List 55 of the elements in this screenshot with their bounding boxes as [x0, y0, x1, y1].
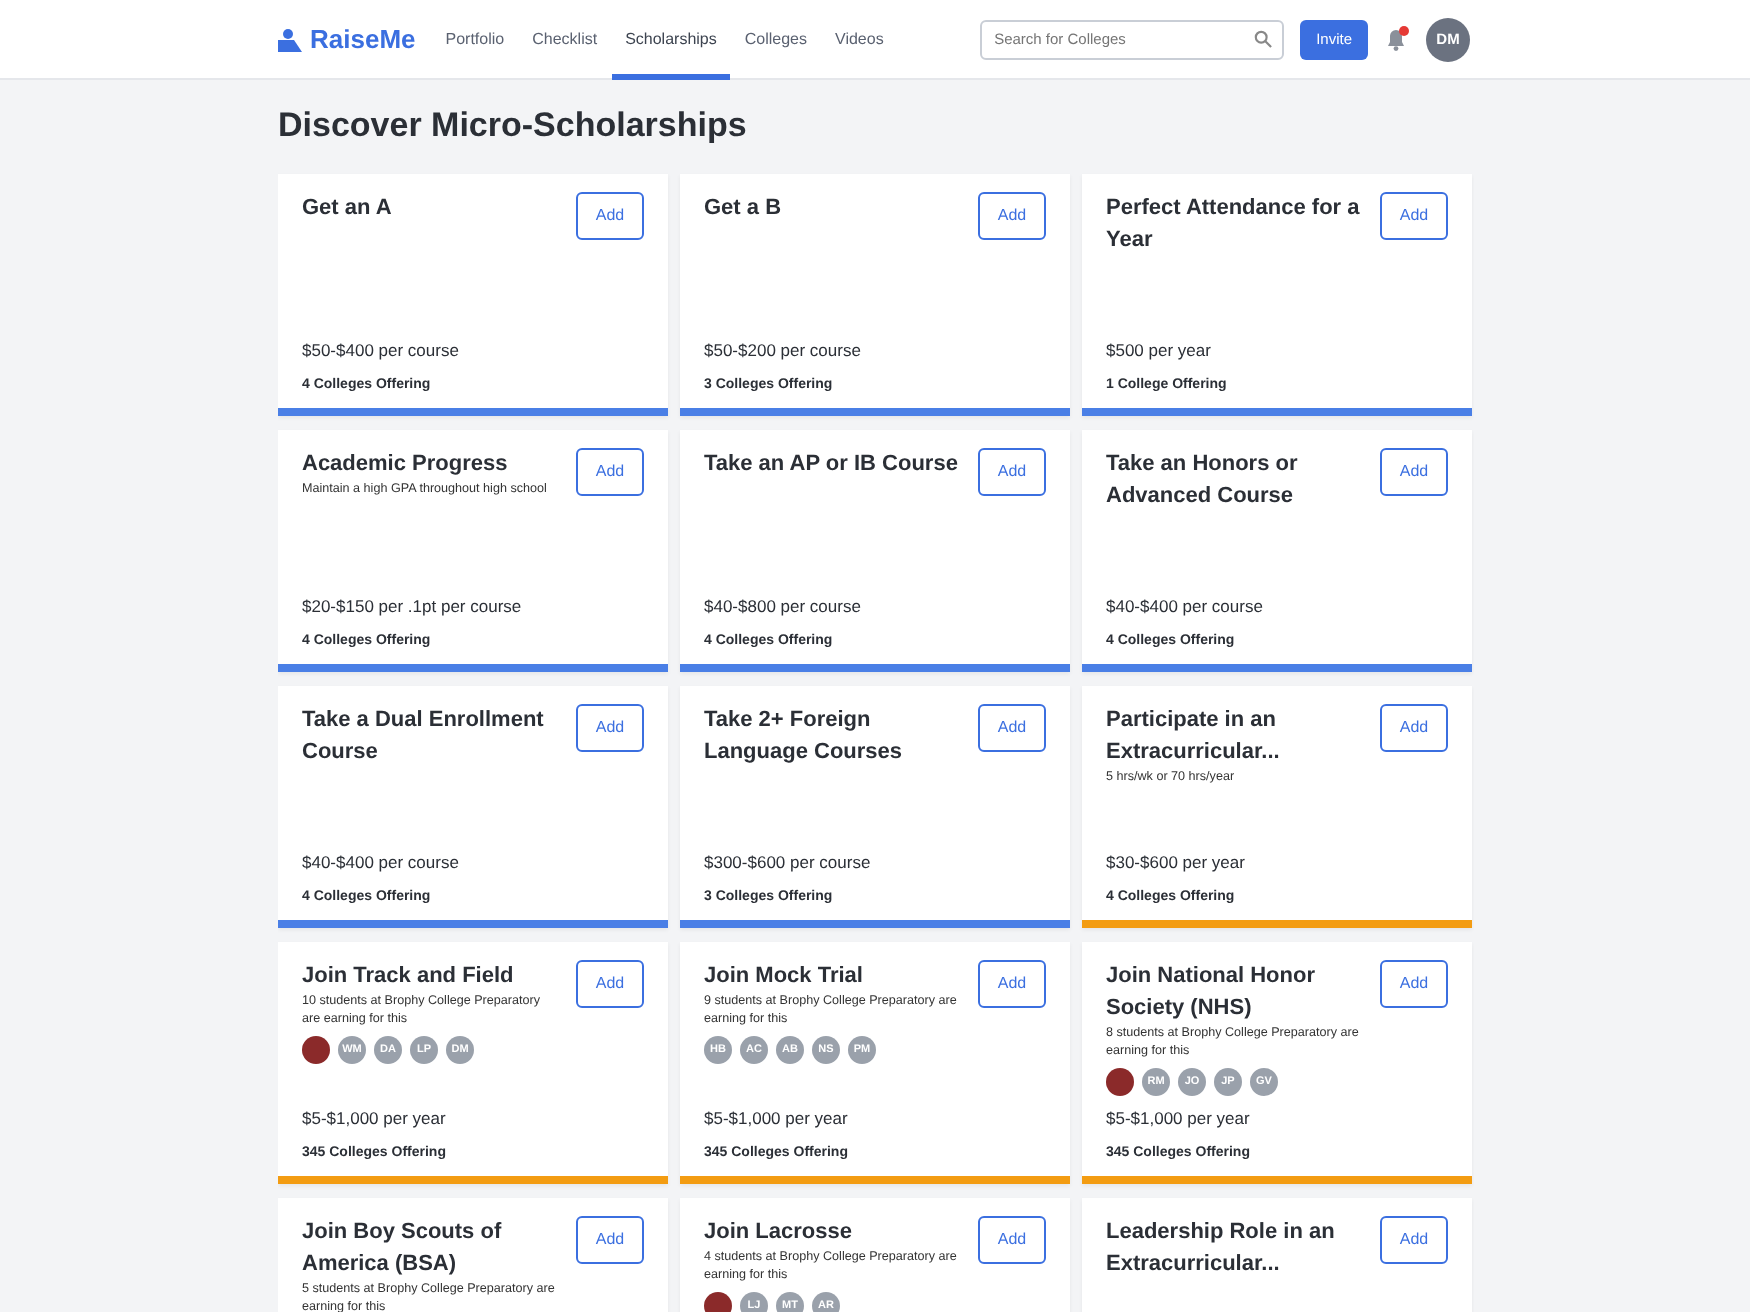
- page-heading: Discover Micro-Scholarships: [278, 106, 749, 147]
- nav-tab[interactable]: Portfolio: [431, 0, 519, 79]
- card-title: Participate in an Extracurricular...: [1106, 706, 1282, 769]
- add-button[interactable]: Add: [978, 960, 1046, 1009]
- award-amount: $5-$1,000 per year: [704, 1106, 850, 1132]
- add-button[interactable]: Add: [1380, 1216, 1448, 1265]
- award-amount: $50-$200 per course: [704, 338, 863, 364]
- add-button[interactable]: Add: [978, 704, 1046, 753]
- card-title: Join Track and Field: [302, 962, 516, 993]
- nav-tab[interactable]: Videos: [821, 0, 898, 79]
- award-amount: $40-$800 per course: [704, 594, 863, 620]
- search-icon: [1254, 30, 1273, 48]
- nav-tab[interactable]: Colleges: [730, 0, 822, 79]
- add-button[interactable]: Add: [1380, 448, 1448, 497]
- add-button[interactable]: Add: [576, 192, 644, 241]
- add-button[interactable]: Add: [576, 448, 644, 497]
- add-button[interactable]: Add: [978, 1216, 1046, 1265]
- card-title: Join Lacrosse: [704, 1218, 854, 1249]
- card-title: Perfect Attendance for a Year: [1106, 194, 1362, 257]
- award-amount: $50-$400 per course: [302, 338, 461, 364]
- card-title: Leadership Role in an Extracurricular...: [1106, 1218, 1337, 1281]
- add-button[interactable]: Add: [576, 704, 644, 753]
- card-title: Join Boy Scouts of America (BSA): [302, 1218, 504, 1281]
- award-amount: $5-$1,000 per year: [302, 1106, 448, 1132]
- add-button[interactable]: Add: [1380, 192, 1448, 241]
- nav-tab[interactable]: Scholarships: [611, 0, 731, 79]
- card-title: Get an A: [302, 194, 394, 225]
- card-title: Join Mock Trial: [704, 962, 865, 993]
- card-title: Take 2+ Foreign Language Courses: [704, 706, 905, 769]
- award-amount: $5-$1,000 per year: [1106, 1106, 1252, 1132]
- photo-placeholder: [1106, 1068, 1134, 1097]
- logo-icon: [278, 27, 302, 51]
- add-button[interactable]: Add: [1380, 960, 1448, 1009]
- card-title: Get a B: [704, 194, 784, 225]
- card-title: Academic Progress: [302, 450, 510, 481]
- card-title: Join National Honor Society (NHS): [1106, 962, 1317, 1025]
- award-amount: $30-$600 per year: [1106, 850, 1247, 876]
- add-button[interactable]: Add: [978, 192, 1046, 241]
- add-button[interactable]: Add: [576, 960, 644, 1009]
- award-amount: $20-$150 per .1pt per course: [302, 594, 524, 620]
- card-title: Take an Honors or Advanced Course: [1106, 450, 1300, 513]
- photo-placeholder: [302, 1036, 330, 1065]
- award-amount: $40-$400 per course: [1106, 594, 1265, 620]
- brand-name: RaiseMe: [310, 21, 416, 58]
- add-button[interactable]: Add: [1380, 704, 1448, 753]
- add-button[interactable]: Add: [978, 448, 1046, 497]
- award-amount: $500 per year: [1106, 338, 1213, 364]
- add-button[interactable]: Add: [576, 1216, 644, 1265]
- bell-icon[interactable]: [1384, 26, 1410, 52]
- photo-placeholder: [704, 1292, 732, 1312]
- award-amount: $40-$400 per course: [302, 850, 461, 876]
- award-amount: $300-$600 per course: [704, 850, 873, 876]
- nav-tab[interactable]: Checklist: [518, 0, 612, 79]
- card-title: Take a Dual Enrollment Course: [302, 706, 546, 769]
- card-title: Take an AP or IB Course: [704, 450, 960, 481]
